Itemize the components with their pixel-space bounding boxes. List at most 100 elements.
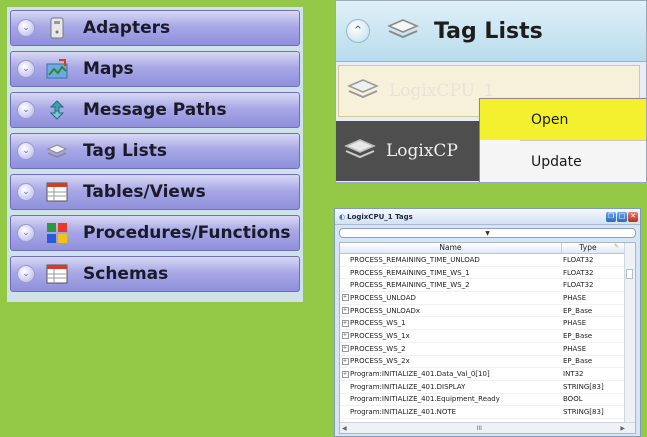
- expand-cell: +: [340, 294, 350, 302]
- nav-item-label: Tag Lists: [83, 141, 167, 161]
- tag-name-cell: PROCESS_WS_2: [350, 344, 406, 353]
- expand-icon[interactable]: +: [341, 345, 349, 353]
- maximize-icon[interactable]: □: [617, 211, 627, 222]
- table-row[interactable]: Program:INITIALIZE_401.Equipment_Ready BO…: [340, 394, 635, 407]
- nav-item-tables-views[interactable]: ⌄ Tables/Views: [10, 174, 300, 210]
- scroll-grip[interactable]: III: [477, 425, 482, 432]
- horizontal-scrollbar[interactable]: ◀ III ▶: [340, 422, 635, 433]
- navigation-panel: ⌄ Adapters ⌄ Maps ⌄ Message Paths ⌄ Tag …: [7, 7, 303, 302]
- tag-type-cell: EP_Base: [563, 357, 593, 366]
- nav-item-label: Maps: [83, 59, 134, 79]
- tag-name-cell: Program:INITIALIZE_401.Data_Val_0[10]: [350, 370, 490, 379]
- table-row[interactable]: + PROCESS_UNLOADx EP_Base: [340, 305, 635, 318]
- nav-item-maps[interactable]: ⌄ Maps: [10, 51, 300, 87]
- tag-type-cell: FLOAT32: [563, 281, 594, 290]
- table-row[interactable]: + PROCESS_WS_1 PHASE: [340, 317, 635, 331]
- nav-item-label: Tables/Views: [83, 182, 206, 202]
- scroll-right-icon[interactable]: ▶: [620, 425, 625, 432]
- tag-name-cell: PROCESS_UNLOAD: [350, 293, 416, 302]
- tag-lists-icon: [45, 139, 69, 163]
- chevron-down-icon[interactable]: ⌄: [17, 183, 35, 201]
- expand-icon[interactable]: +: [341, 357, 349, 365]
- nav-item-message-paths[interactable]: ⌄ Message Paths: [10, 92, 300, 128]
- expand-cell: +: [340, 319, 350, 327]
- nav-item-schemas[interactable]: ⌄ Schemas: [10, 256, 300, 292]
- tag-type-cell: FLOAT32: [563, 255, 594, 264]
- tag-name-cell: Program:INITIALIZE_401.DISPLAY: [350, 382, 466, 391]
- table-row[interactable]: + PROCESS_WS_2x EP_Base: [340, 356, 635, 369]
- table-row[interactable]: + PROCESS_WS_1x EP_Base: [340, 330, 635, 343]
- chevron-down-icon[interactable]: ⌄: [17, 101, 35, 119]
- tag-type-cell: STRING[83]: [563, 408, 604, 417]
- tag-name-cell: Program:INITIALIZE_401.Equipment_Ready: [350, 395, 500, 404]
- table-row[interactable]: PROCESS_REMAINING_TIME_WS_2 FLOAT32: [340, 279, 635, 293]
- scroll-left-icon[interactable]: ◀: [342, 425, 347, 432]
- expand-icon[interactable]: +: [341, 307, 349, 315]
- context-menu-open[interactable]: Open: [480, 99, 646, 140]
- map-icon: [45, 57, 69, 81]
- tag-type-cell: BOOL: [563, 395, 583, 404]
- tag-list-item-label: LogixCP: [386, 141, 458, 161]
- window-title-bar[interactable]: ◐ LogixCPU_1 Tags ❐ □ ✕: [335, 209, 640, 225]
- chevron-down-icon[interactable]: ⌄: [17, 224, 35, 242]
- window-title: LogixCPU_1 Tags: [347, 212, 413, 221]
- column-header-type[interactable]: Type: [562, 243, 614, 253]
- chevron-down-icon[interactable]: ⌄: [17, 142, 35, 160]
- pin-icon[interactable]: ✎: [614, 243, 624, 253]
- window-icon: ◐: [339, 212, 346, 221]
- table-row[interactable]: PROCESS_REMAINING_TIME_WS_1 FLOAT32: [340, 267, 635, 280]
- tag-name-cell: PROCESS_WS_1: [350, 319, 406, 328]
- grid-rows: PROCESS_REMAINING_TIME_UNLOAD FLOAT32 PROC…: [340, 254, 635, 432]
- chevron-down-icon[interactable]: ⌄: [17, 19, 35, 37]
- nav-item-tag-lists[interactable]: ⌄ Tag Lists: [10, 133, 300, 169]
- dropdown-arrow-icon[interactable]: ▼: [485, 230, 490, 237]
- tag-name-cell: PROCESS_REMAINING_TIME_WS_2: [350, 281, 470, 290]
- window-controls: ❐ □ ✕: [606, 211, 638, 222]
- nav-item-label: Procedures/Functions: [83, 223, 291, 243]
- tag-type-cell: EP_Base: [563, 331, 593, 340]
- scroll-thumb[interactable]: [626, 269, 633, 279]
- nav-item-label: Schemas: [83, 264, 169, 284]
- nav-item-label: Adapters: [83, 18, 171, 38]
- tag-type-cell: INT32: [563, 370, 584, 379]
- tag-list-icon: [347, 77, 379, 105]
- tag-name-cell: PROCESS_UNLOADx: [350, 306, 421, 315]
- expand-cell: +: [340, 370, 350, 378]
- message-paths-icon: [45, 98, 69, 122]
- nav-item-label: Message Paths: [83, 100, 227, 120]
- nav-item-procedures-functions[interactable]: ⌄ Procedures/Functions: [10, 215, 300, 251]
- grid-header: Name Type ✎: [340, 243, 635, 254]
- tag-lists-icon: [386, 16, 420, 46]
- close-icon[interactable]: ✕: [628, 211, 638, 222]
- table-row[interactable]: + PROCESS_WS_2 PHASE: [340, 343, 635, 356]
- expand-cell: +: [340, 332, 350, 340]
- tag-name-cell: Program:INITIALIZE_401.NOTE: [350, 408, 457, 417]
- schema-icon: [45, 262, 69, 286]
- expand-icon[interactable]: +: [341, 370, 349, 378]
- tag-type-cell: STRING[83]: [563, 382, 604, 391]
- tag-type-cell: EP_Base: [563, 306, 593, 315]
- context-menu-update[interactable]: Update: [480, 141, 646, 182]
- table-row[interactable]: Program:INITIALIZE_401.NOTE STRING[83]: [340, 406, 635, 419]
- chevron-up-icon[interactable]: ⌃: [346, 19, 370, 43]
- expand-icon[interactable]: +: [341, 319, 349, 327]
- expand-icon[interactable]: +: [341, 294, 349, 302]
- nav-item-adapters[interactable]: ⌄ Adapters: [10, 10, 300, 46]
- table-row[interactable]: + PROCESS_UNLOAD PHASE: [340, 292, 635, 305]
- tag-lists-zoom-panel: ⌃ Tag Lists LogixCPU_1 LogixCP Open Upda…: [335, 0, 647, 183]
- filter-bar[interactable]: ▼: [339, 228, 636, 238]
- tags-grid: Name Type ✎ PROCESS_REMAINING_TIME_UNLOA…: [339, 242, 636, 434]
- vertical-scrollbar[interactable]: [624, 243, 635, 423]
- expand-icon[interactable]: +: [341, 332, 349, 340]
- chevron-down-icon[interactable]: ⌄: [17, 60, 35, 78]
- table-row[interactable]: + Program:INITIALIZE_401.Data_Val_0[10] IN…: [340, 368, 635, 381]
- restore-icon[interactable]: ❐: [606, 211, 616, 222]
- table-row[interactable]: PROCESS_REMAINING_TIME_UNLOAD FLOAT32: [340, 254, 635, 267]
- chevron-down-icon[interactable]: ⌄: [17, 265, 35, 283]
- tag-lists-header[interactable]: ⌃ Tag Lists: [336, 1, 646, 62]
- table-row[interactable]: Program:INITIALIZE_401.DISPLAY STRING[83]: [340, 381, 635, 394]
- tag-list-icon: [344, 137, 376, 165]
- column-header-name[interactable]: Name: [340, 243, 562, 253]
- procedure-icon: [45, 221, 69, 245]
- tag-type-cell: PHASE: [563, 293, 587, 302]
